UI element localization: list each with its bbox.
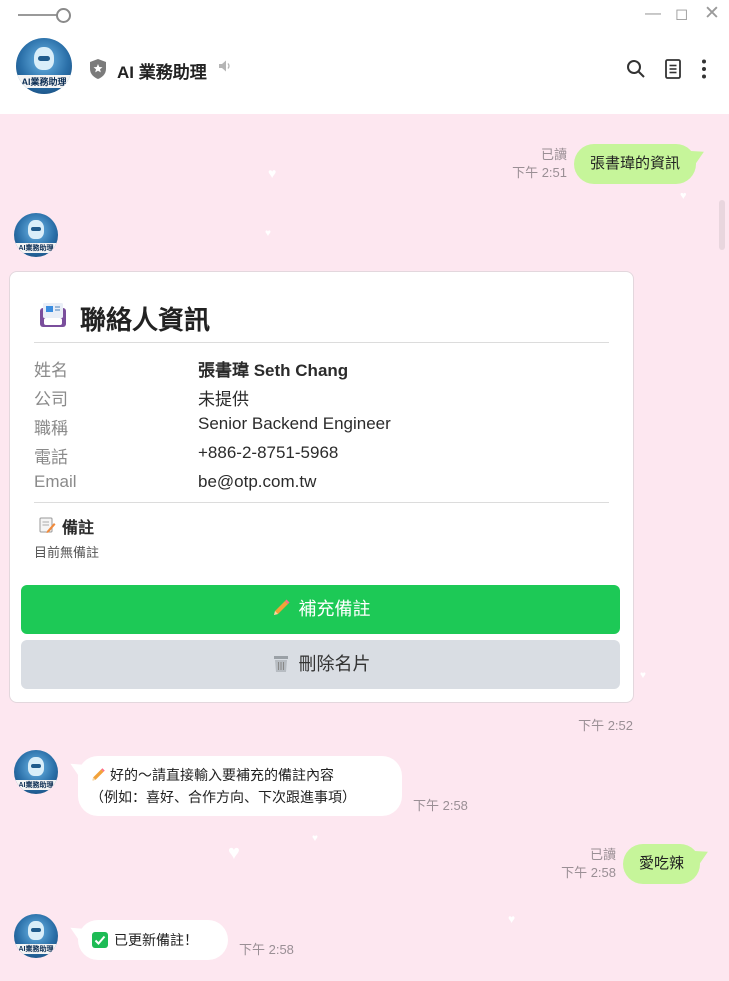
note-title: 備註 <box>62 520 95 537</box>
search-icon[interactable] <box>625 58 647 80</box>
message-meta: 已讀 下午 2:58 <box>561 846 616 882</box>
heart-decoration: ♥ <box>268 165 277 181</box>
company-value: 未提供 <box>198 390 249 409</box>
header-bar: — ◻ ✕ AI業務助理 AI 業務助理 <box>0 0 729 114</box>
heart-decoration: ♥ <box>312 833 318 844</box>
message-line: 好的～請直接輸入要補充的備註內容 <box>110 767 334 783</box>
message-line: （例如：喜好、合作方向、下次跟進事項） <box>90 789 356 805</box>
heart-decoration: ♥ <box>508 912 516 926</box>
read-receipt: 已讀 <box>540 147 567 162</box>
incoming-message[interactable]: 已更新備註！ <box>78 920 228 960</box>
memo-icon <box>39 517 56 533</box>
phone-value[interactable]: +886-2-8751-5968 <box>198 443 338 463</box>
delete-card-button[interactable]: 刪除名片 <box>21 640 620 689</box>
notes-icon[interactable] <box>662 58 684 80</box>
bot-avatar[interactable]: AI業務助理 <box>14 914 58 958</box>
avatar-caption: AI業務助理 <box>14 242 58 253</box>
delete-card-label: 刪除名片 <box>298 654 371 674</box>
email-value[interactable]: be@otp.com.tw <box>198 472 316 492</box>
card-title: 聯絡人資訊 <box>80 305 211 335</box>
divider <box>34 502 609 503</box>
job-title-value: Senior Backend Engineer <box>198 414 391 433</box>
trash-icon <box>273 656 288 672</box>
pencil-icon <box>92 768 105 781</box>
heart-decoration: ♥ <box>640 670 646 681</box>
outgoing-message[interactable]: 愛吃辣 <box>623 844 701 884</box>
timestamp: 下午 2:58 <box>413 798 468 813</box>
note-body: 目前無備註 <box>34 545 100 560</box>
heart-decoration: ♥ <box>265 228 271 239</box>
timestamp: 下午 2:51 <box>512 165 567 180</box>
job-title-label: 職稱 <box>34 419 68 438</box>
bot-avatar[interactable]: AI業務助理 <box>14 213 58 257</box>
speaker-icon[interactable] <box>217 58 233 74</box>
phone-label: 電話 <box>34 448 68 467</box>
robot-icon <box>28 220 44 239</box>
pencil-icon <box>273 599 289 615</box>
avatar-caption: AI業務助理 <box>14 779 58 790</box>
scrollbar[interactable] <box>719 200 725 250</box>
check-icon <box>92 932 108 948</box>
timestamp: 下午 2:58 <box>239 942 294 957</box>
robot-icon <box>28 921 44 940</box>
more-icon[interactable] <box>693 58 715 80</box>
add-note-label: 補充備註 <box>298 599 371 619</box>
timestamp: 下午 2:58 <box>561 865 616 880</box>
robot-icon <box>28 757 44 776</box>
timestamp: 下午 2:52 <box>578 718 633 733</box>
company-label: 公司 <box>34 390 68 409</box>
heart-decoration: ♥ <box>228 842 240 864</box>
shield-icon <box>90 59 106 79</box>
email-label: Email <box>34 472 77 491</box>
divider <box>34 342 609 343</box>
opacity-slider-handle[interactable] <box>56 8 71 23</box>
robot-icon <box>33 46 55 71</box>
name-label: 姓名 <box>34 361 68 380</box>
maximize-icon[interactable]: ◻ <box>675 4 688 24</box>
chat-avatar[interactable]: AI業務助理 <box>16 38 72 94</box>
message-meta: 已讀 下午 2:51 <box>512 146 567 182</box>
message-text: 已更新備註！ <box>114 932 198 948</box>
avatar-caption: AI業務助理 <box>14 943 58 954</box>
outgoing-message[interactable]: 張書瑋的資訊 <box>574 144 697 184</box>
contact-card-icon <box>40 303 66 327</box>
heart-decoration: ♥ <box>680 190 687 202</box>
read-receipt: 已讀 <box>589 847 616 862</box>
incoming-message[interactable]: 好的～請直接輸入要補充的備註內容 （例如：喜好、合作方向、下次跟進事項） <box>78 756 402 816</box>
add-note-button[interactable]: 補充備註 <box>21 585 620 634</box>
avatar-caption: AI業務助理 <box>16 75 72 89</box>
close-icon[interactable]: ✕ <box>704 2 720 25</box>
contact-card: 聯絡人資訊 姓名 張書瑋 Seth Chang 公司 未提供 職稱 Senior… <box>9 271 634 703</box>
bot-avatar[interactable]: AI業務助理 <box>14 750 58 794</box>
name-value: 張書瑋 Seth Chang <box>198 361 349 380</box>
minimize-icon[interactable]: — <box>645 5 661 23</box>
chat-title: AI 業務助理 <box>117 63 207 82</box>
